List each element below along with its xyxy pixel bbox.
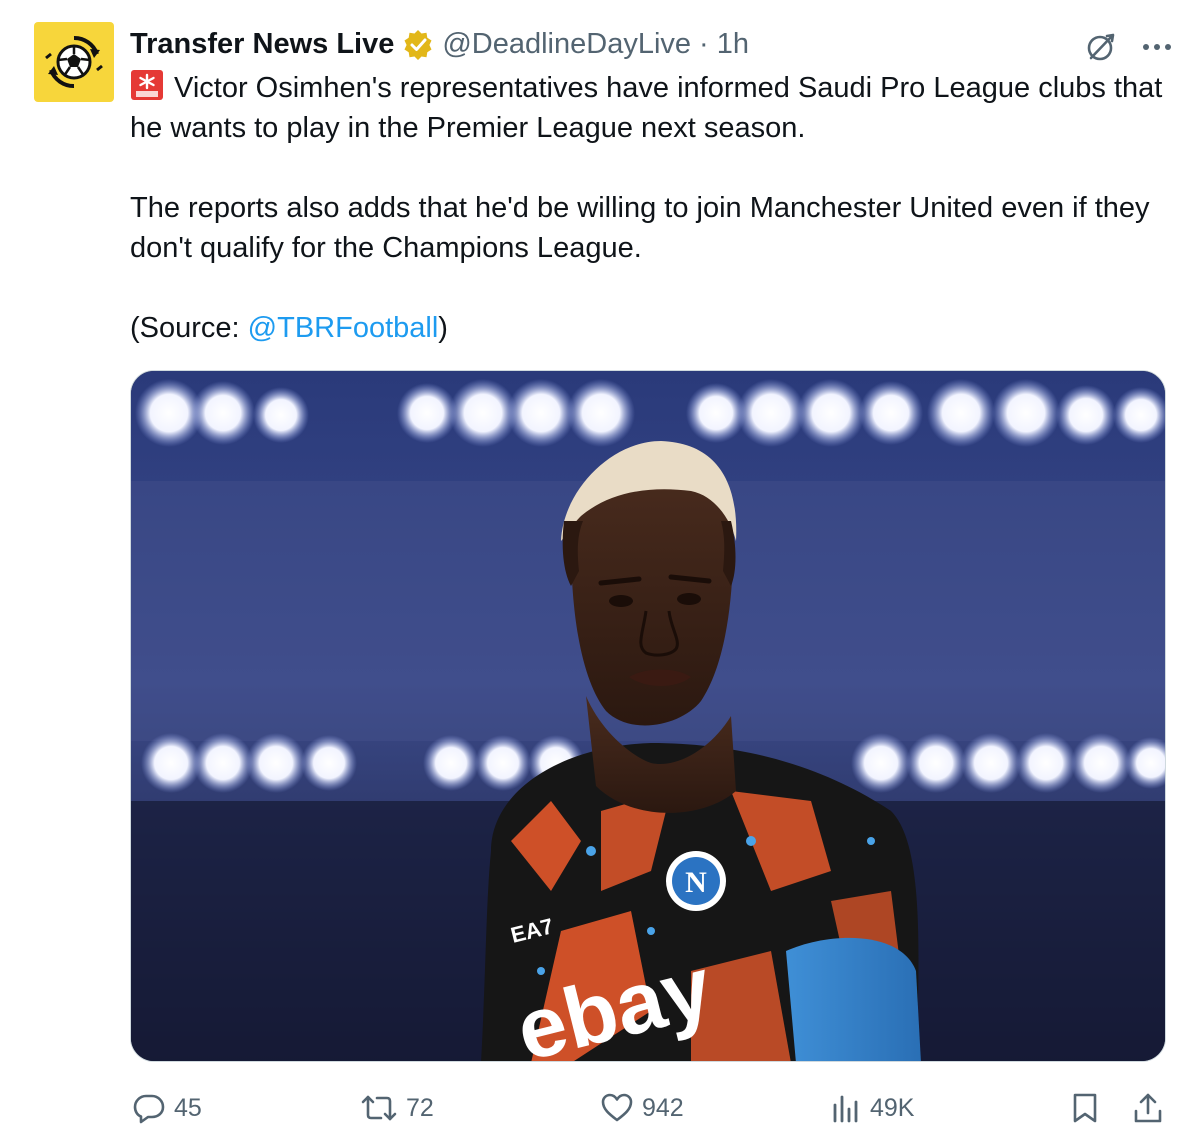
svg-text:N: N (685, 866, 707, 899)
tweet-line-1: Victor Osimhen's representatives have in… (130, 72, 1163, 144)
tweet-text: Victor Osimhen's representatives have in… (130, 68, 1170, 348)
author-display-name[interactable]: Transfer News Live (130, 28, 394, 61)
author-handle[interactable]: @DeadlineDayLive (442, 28, 691, 61)
like-button[interactable]: 942 (600, 1088, 684, 1128)
football-with-arrows-icon (45, 35, 103, 89)
grok-icon[interactable] (1084, 30, 1118, 64)
repost-icon (361, 1095, 397, 1121)
source-prefix: (Source: (130, 312, 248, 344)
views-button[interactable]: 49K (830, 1088, 914, 1128)
top-actions (1084, 30, 1174, 64)
tweet-header: Transfer News Live @DeadlineDayLive · 1h (130, 26, 749, 62)
share-icon (1134, 1093, 1162, 1123)
like-count: 942 (642, 1093, 684, 1122)
repost-button[interactable]: 72 (360, 1088, 434, 1128)
reply-icon (133, 1094, 165, 1124)
avatar[interactable] (34, 22, 114, 102)
tweet-source: (Source: @TBRFootball) (130, 308, 1170, 348)
share-button[interactable] (1132, 1088, 1172, 1128)
timestamp[interactable]: 1h (717, 28, 749, 61)
separator-dot: · (699, 27, 709, 60)
tweet-paragraph-2: The reports also adds that he'd be willi… (130, 192, 1150, 264)
source-mention-link[interactable]: @TBRFootball (248, 312, 439, 344)
police-siren-emoji (131, 70, 163, 100)
reply-button[interactable]: 45 (132, 1088, 202, 1128)
heart-icon (601, 1093, 633, 1122)
analytics-bars-icon (833, 1095, 858, 1123)
bookmark-button[interactable] (1070, 1088, 1108, 1128)
player-photo: N ebay EA7 (131, 371, 1165, 1061)
repost-count: 72 (406, 1093, 434, 1122)
bookmark-icon (1073, 1093, 1097, 1123)
reply-count: 45 (174, 1093, 202, 1122)
verified-badge-icon (404, 30, 432, 60)
source-suffix: ) (438, 312, 448, 344)
tweet-action-bar: 45 72 942 49K (130, 1088, 1170, 1128)
tweet-media-photo[interactable]: N ebay EA7 (130, 370, 1166, 1062)
views-count: 49K (870, 1093, 915, 1122)
tweet[interactable]: Transfer News Live @DeadlineDayLive · 1h… (0, 0, 1204, 1146)
tweet-paragraph-1: Victor Osimhen's representatives have in… (130, 68, 1170, 148)
more-options-icon[interactable] (1140, 30, 1174, 64)
